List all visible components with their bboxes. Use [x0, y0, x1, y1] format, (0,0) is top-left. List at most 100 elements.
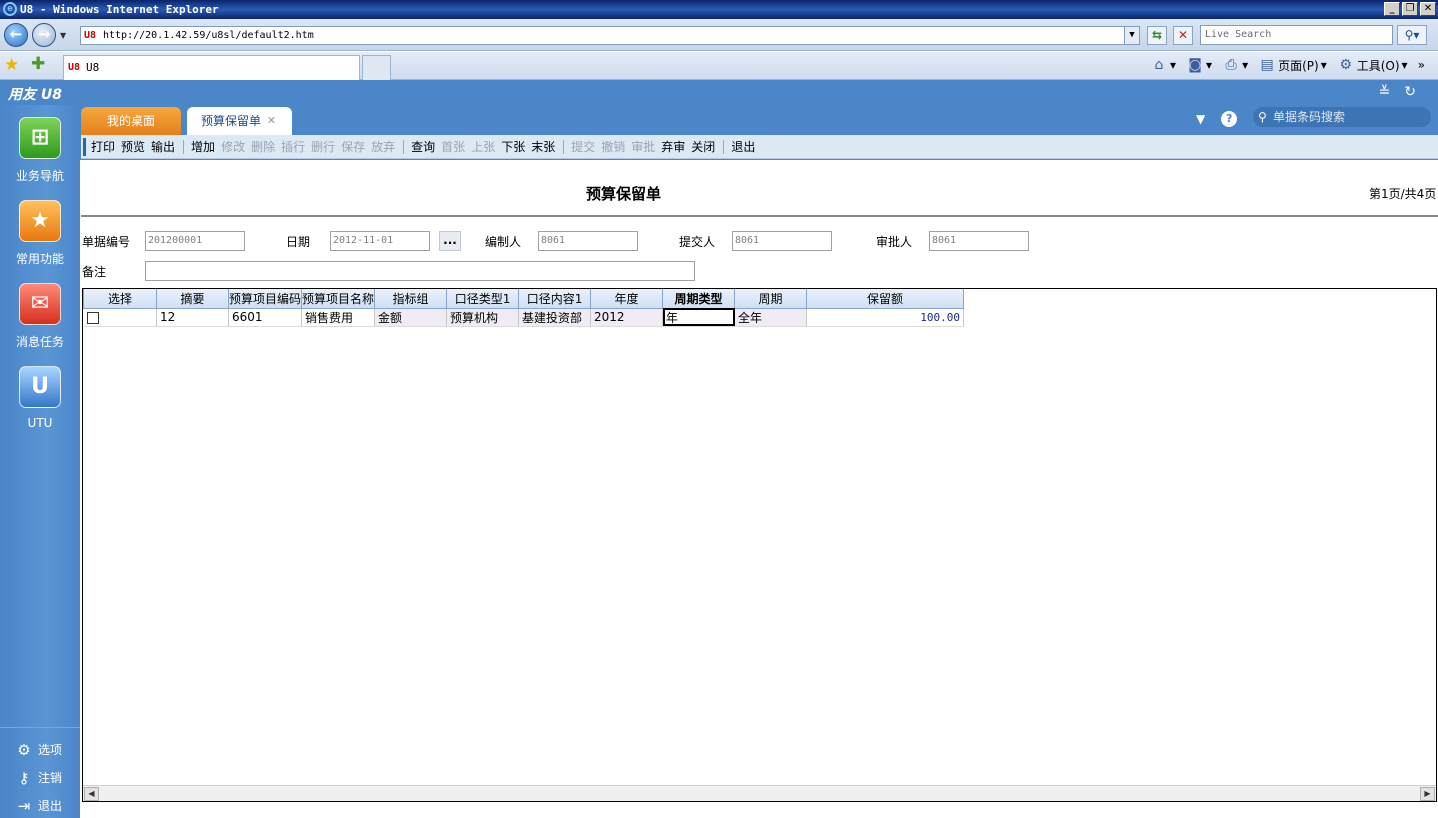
cell-indicator-group[interactable]: 金额	[374, 308, 448, 327]
approver-field[interactable]: 8061	[929, 231, 1029, 251]
col-header-period[interactable]: 周期	[734, 289, 808, 309]
horizontal-scrollbar[interactable]: ◀ ▶	[83, 785, 1436, 801]
favorites-star-icon[interactable]: ★	[4, 55, 19, 75]
print-doc-button[interactable]: 打印	[91, 138, 115, 155]
cell-amount[interactable]: 100.00	[806, 308, 965, 327]
col-header-period-type[interactable]: 周期类型	[662, 289, 736, 309]
maker-value: 8061	[541, 235, 566, 246]
restore-button[interactable]: ❐	[1402, 2, 1418, 16]
stop-button[interactable]: ✕	[1173, 26, 1193, 45]
cell-period[interactable]: 全年	[734, 308, 808, 327]
new-tab-button[interactable]	[362, 55, 391, 80]
save-button[interactable]: 保存	[341, 138, 365, 155]
sidebar-item-utu[interactable]: U UTU	[0, 366, 80, 430]
home-button[interactable]: ⌂ ▾	[1150, 56, 1176, 74]
exit-doc-button[interactable]: 退出	[731, 138, 755, 155]
cell-item-code[interactable]: 6601	[228, 308, 303, 327]
maker-field[interactable]: 8061	[538, 231, 638, 251]
query-button[interactable]: 查询	[411, 138, 435, 155]
col-header-amount[interactable]: 保留额	[806, 289, 965, 309]
approve-button[interactable]: 审批	[631, 138, 655, 155]
sidebar-item-business-nav[interactable]: ⊞ 业务导航	[0, 117, 80, 184]
preview-button[interactable]: 预览	[121, 138, 145, 155]
col-header-select[interactable]: 选择	[83, 289, 157, 309]
cell-scope-content[interactable]: 基建投资部	[518, 308, 592, 327]
discard-button[interactable]: 放弃	[371, 138, 395, 155]
close-doc-button[interactable]: 关闭	[691, 138, 715, 155]
tab-close-icon[interactable]: ✕	[267, 107, 276, 135]
submitter-field[interactable]: 8061	[732, 231, 832, 251]
row-checkbox[interactable]	[86, 311, 99, 324]
col-header-item-name[interactable]: 预算项目名称	[301, 289, 376, 309]
last-record-button[interactable]: 末张	[531, 138, 555, 155]
col-header-year[interactable]: 年度	[590, 289, 664, 309]
tab-my-desktop[interactable]: 我的桌面	[81, 107, 181, 135]
export-button[interactable]: 输出	[151, 138, 175, 155]
sidebar-item-message-tasks[interactable]: ✉ 消息任务	[0, 283, 80, 350]
revoke-button[interactable]: 撤销	[601, 138, 625, 155]
cell-period-type[interactable]: 年	[662, 308, 736, 327]
cell-select[interactable]	[83, 308, 157, 327]
search-go-icon[interactable]: ⚲▾	[1397, 25, 1427, 45]
address-input[interactable]: U8 http://20.1.42.59/u8sl/default2.htm ▼	[80, 26, 1140, 45]
scroll-left-icon[interactable]: ◀	[84, 787, 99, 801]
collapse-icon[interactable]: ≚	[1379, 84, 1391, 100]
live-search-placeholder: Live Search	[1205, 29, 1272, 40]
sidebar-item-common-functions[interactable]: ★ 常用功能	[0, 200, 80, 267]
next-record-button[interactable]: 下张	[501, 138, 525, 155]
table-row[interactable]: 12 6601 销售费用 金额 预算机构 基建投资部 2012 年 全年 100…	[83, 308, 965, 327]
address-dropdown-icon[interactable]: ▼	[1124, 27, 1139, 44]
detail-grid: 选择 摘要 预算项目编码 预算项目名称 指标组 口径类型1 口径内容1 年度 周…	[82, 288, 1437, 802]
minimize-button[interactable]: _	[1384, 2, 1400, 16]
cell-year[interactable]: 2012	[590, 308, 664, 327]
help-icon[interactable]: ?	[1221, 111, 1238, 127]
key-icon: ⚷	[18, 769, 30, 787]
date-picker-button[interactable]: ...	[439, 231, 461, 251]
tab-budget-reservation[interactable]: 预算保留单 ✕	[187, 107, 292, 135]
delete-row-button[interactable]: 删行	[311, 138, 335, 155]
add-button[interactable]: 增加	[191, 138, 215, 155]
close-window-button[interactable]: ✕	[1420, 2, 1436, 16]
doc-no-field[interactable]: 201200001	[145, 231, 245, 251]
col-header-summary[interactable]: 摘要	[156, 289, 229, 309]
col-header-scope-type[interactable]: 口径类型1	[446, 289, 520, 309]
modify-button[interactable]: 修改	[221, 138, 245, 155]
cell-summary[interactable]: 12	[156, 308, 229, 327]
barcode-search-input[interactable]: ⚲ 单据条码搜索	[1253, 107, 1431, 127]
col-header-indicator-group[interactable]: 指标组	[374, 289, 448, 309]
submit-button[interactable]: 提交	[571, 138, 595, 155]
delete-button[interactable]: 删除	[251, 138, 275, 155]
dropdown-arrow-icon[interactable]: ▼	[1196, 112, 1205, 126]
history-dropdown-icon[interactable]: ▼	[60, 31, 66, 40]
add-favorites-icon[interactable]: ✚	[31, 54, 45, 74]
forward-button[interactable]: →	[32, 23, 56, 47]
scroll-right-icon[interactable]: ▶	[1420, 787, 1435, 801]
feeds-button[interactable]: ◙ ▾	[1186, 56, 1212, 74]
unapprove-button[interactable]: 弃审	[661, 138, 685, 155]
sidebar-options[interactable]: ⚙ 选项	[0, 736, 80, 764]
sidebar-item-label: 消息任务	[15, 335, 64, 349]
cell-scope-type[interactable]: 预算机构	[446, 308, 520, 327]
submitter-label: 提交人	[679, 235, 716, 249]
remark-field[interactable]	[145, 261, 695, 281]
prev-record-button[interactable]: 上张	[471, 138, 495, 155]
back-button[interactable]: ←	[4, 23, 28, 47]
more-commands-button[interactable]: »	[1418, 58, 1425, 72]
refresh-icon[interactable]: ↻	[1404, 84, 1416, 100]
page-menu[interactable]: ▤ 页面(P) ▾	[1258, 56, 1326, 74]
col-header-scope-content[interactable]: 口径内容1	[518, 289, 592, 309]
col-header-item-code[interactable]: 预算项目编码	[227, 289, 303, 309]
sidebar-exit[interactable]: ⇥ 退出	[0, 792, 80, 818]
insert-row-button[interactable]: 插行	[281, 138, 305, 155]
refresh-button[interactable]: ⇆	[1147, 26, 1167, 45]
sidebar-logout[interactable]: ⚷ 注销	[0, 764, 80, 792]
print-button[interactable]: ⎙ ▾	[1222, 56, 1248, 74]
tools-menu[interactable]: ⚙ 工具(O) ▾	[1337, 56, 1407, 74]
live-search-input[interactable]: Live Search	[1200, 25, 1393, 45]
browser-tab-u8[interactable]: U8 U8	[63, 55, 360, 80]
page-title: 预算保留单	[585, 185, 661, 203]
cell-item-name[interactable]: 销售费用	[301, 308, 376, 327]
first-record-button[interactable]: 首张	[441, 138, 465, 155]
date-field[interactable]: 2012-11-01	[330, 231, 430, 251]
sidebar-logout-label: 注销	[38, 771, 63, 785]
